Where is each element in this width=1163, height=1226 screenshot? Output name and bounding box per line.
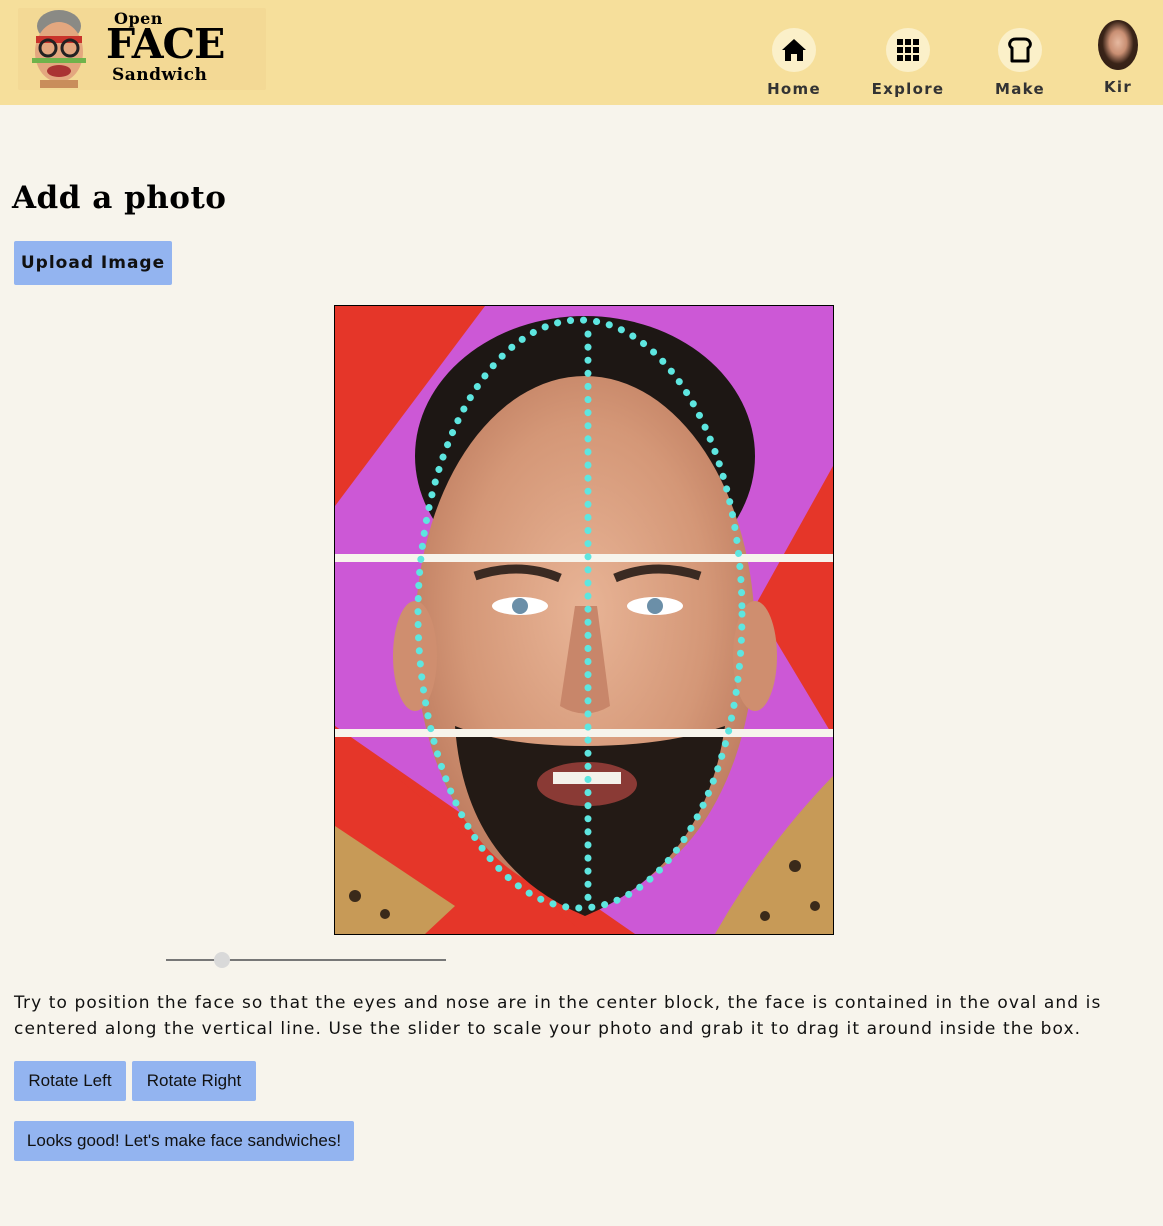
nav-profile-label: Kir [1103, 78, 1133, 96]
nav-make[interactable]: Make [975, 28, 1065, 100]
nav-make-label: Make [995, 80, 1045, 98]
home-icon [772, 28, 816, 72]
logo-text-face: FACE [106, 20, 225, 68]
confirm-photo-button[interactable]: Looks good! Let's make face sandwiches! [14, 1121, 354, 1161]
logo-wordmark: Open FACE Sandwich [106, 8, 266, 90]
slider-track [166, 959, 446, 961]
nav-explore[interactable]: Explore [863, 28, 953, 100]
guide-band-bottom [335, 729, 833, 737]
grid-icon [886, 28, 930, 72]
positioning-instructions: Try to position the face so that the eye… [14, 993, 1102, 1039]
guide-band-top [335, 554, 833, 562]
bread-icon [998, 28, 1042, 72]
logo-text-sandwich: Sandwich [112, 65, 208, 85]
nav-profile[interactable]: Kir [1073, 20, 1163, 96]
nav-explore-label: Explore [871, 80, 945, 98]
scale-slider[interactable] [166, 950, 446, 970]
user-avatar [1098, 20, 1138, 70]
uploaded-photo [335, 306, 833, 934]
page-title: Add a photo [12, 180, 227, 216]
nav-home-label: Home [767, 80, 821, 98]
nav-home[interactable]: Home [749, 28, 839, 100]
photo-crop-area[interactable] [334, 305, 834, 935]
slider-thumb[interactable] [214, 952, 230, 968]
app-header: Open FACE Sandwich Home Explore Make Kir [0, 0, 1163, 105]
site-logo[interactable]: Open FACE Sandwich [18, 8, 266, 90]
upload-image-button[interactable]: Upload Image [14, 241, 172, 285]
logo-face-image [32, 10, 86, 88]
rotate-left-button[interactable]: Rotate Left [14, 1061, 126, 1101]
rotate-right-button[interactable]: Rotate Right [132, 1061, 256, 1101]
